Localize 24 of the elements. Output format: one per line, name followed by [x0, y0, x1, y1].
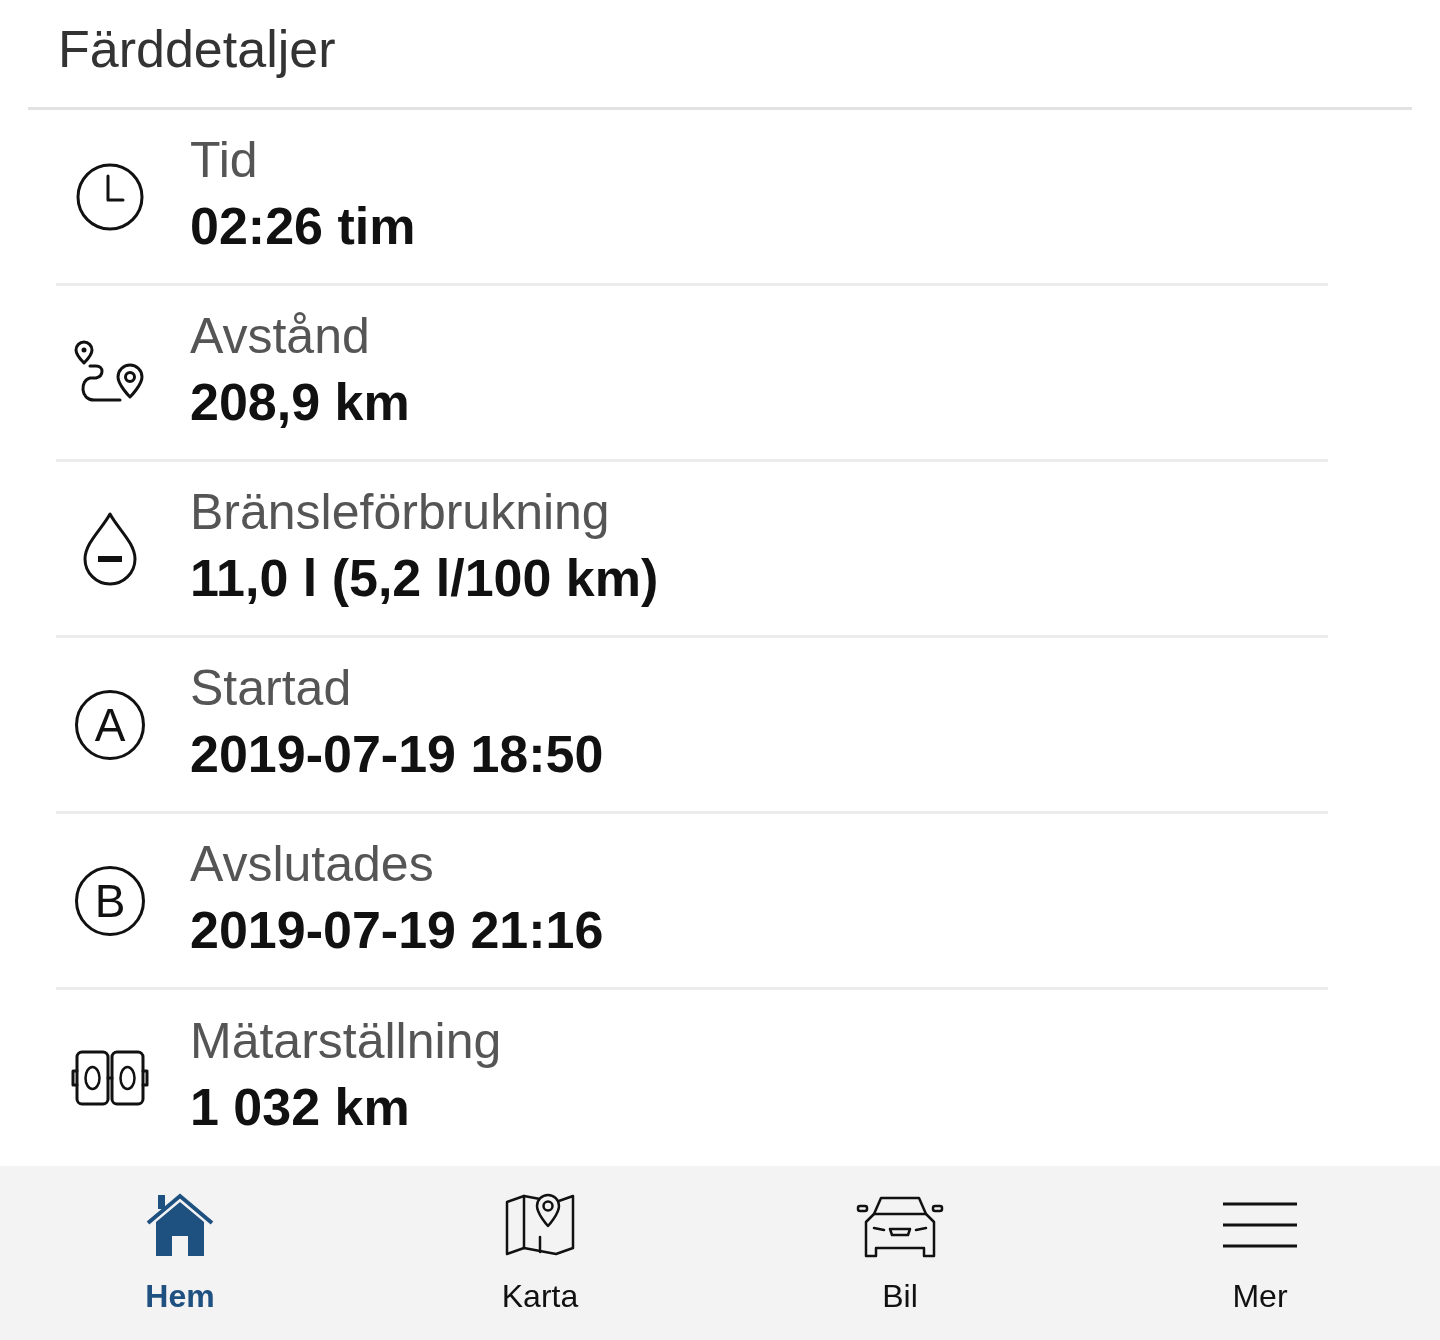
circled-letter-icon: B	[75, 865, 145, 936]
detail-label: Bränsleförbrukning	[190, 482, 611, 542]
detail-label: Avslutades	[190, 834, 435, 894]
odometer-icon	[70, 1049, 150, 1107]
drop-icon	[82, 510, 138, 587]
clock-icon	[75, 161, 145, 232]
detail-value: 11,0 l (5,2 l/100 km)	[190, 547, 659, 609]
menu-icon	[1221, 1200, 1299, 1250]
detail-label: Mätarställning	[190, 1012, 502, 1071]
map-icon	[504, 1192, 576, 1258]
detail-label: Avstånd	[190, 306, 371, 366]
detail-value: 2019-07-19 21:16	[190, 899, 604, 961]
circled-letter-icon: A	[75, 689, 145, 760]
home-icon	[144, 1192, 216, 1258]
detail-value: 1 032 km	[190, 1077, 411, 1138]
detail-value: 02:26 tim	[190, 195, 416, 257]
detail-value: 2019-07-19 18:50	[190, 723, 604, 785]
detail-value: 208,9 km	[190, 371, 410, 433]
tab-button[interactable]: Karta	[360, 1166, 720, 1340]
detail-label: Tid	[190, 130, 259, 190]
detail-label: Startad	[190, 658, 353, 718]
tab-button[interactable]: Hem	[0, 1166, 360, 1340]
tab-button[interactable]: Bil	[720, 1166, 1080, 1340]
tab-button[interactable]: Mer	[1080, 1166, 1440, 1340]
